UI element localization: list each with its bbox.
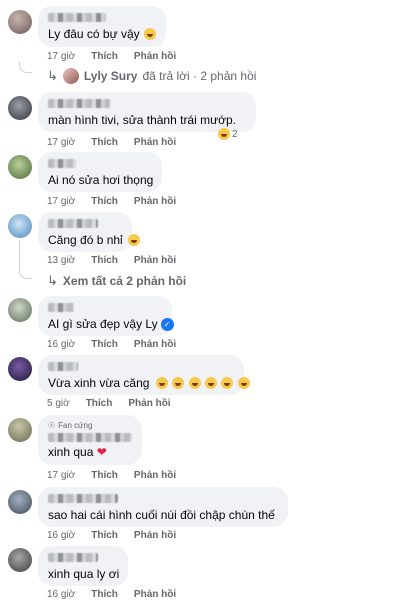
comment-time[interactable]: 17 giờ: [47, 196, 75, 207]
reaction-summary[interactable]: 2: [218, 128, 238, 140]
comment-text: Vừa xinh vừa căng: [48, 376, 250, 391]
comment-actions: 17 giờ Thích Phản hồi: [47, 470, 176, 481]
comment-time[interactable]: 16 giờ: [47, 589, 75, 600]
comment-time[interactable]: 16 giờ: [47, 339, 75, 350]
comment-actions: 17 giờ Thích Phản hồi: [47, 196, 176, 207]
like-button[interactable]: Thích: [91, 255, 118, 266]
thread-connector: [19, 268, 32, 279]
comment-text: xinh qua ❤: [48, 445, 107, 459]
comment-bubble: sao hai cái hình cuối núi đồi chập chùn …: [38, 487, 288, 527]
blurred-author-name: [48, 362, 78, 371]
comment-actions: 13 giờ Thích Phản hồi: [47, 255, 176, 266]
blurred-author-name: [48, 303, 74, 312]
laughing-emoji-icon: [237, 377, 250, 389]
laughing-emoji-icon: [143, 28, 156, 40]
comment-text: Căng đó b nhỉ: [48, 233, 123, 247]
comment-bubble: Căng đó b nhỉ: [38, 212, 132, 252]
comment-text: màn hình tivi, sửa thành trái mướp.: [48, 113, 237, 127]
laughing-emoji-icon: [204, 377, 217, 389]
avatar[interactable]: [8, 548, 32, 572]
like-button[interactable]: Thích: [91, 196, 118, 207]
comment-actions: 16 giờ Thích Phản hồi: [47, 589, 176, 600]
blurred-author-name: [48, 553, 98, 562]
reply-button[interactable]: Phản hồi: [134, 589, 176, 600]
view-all-replies-link[interactable]: ↳ Xem tất cả 2 phản hồi: [47, 273, 186, 289]
reply-button[interactable]: Phản hồi: [134, 196, 176, 207]
avatar[interactable]: [8, 155, 32, 179]
blurred-author-name: [48, 159, 76, 168]
comment-time[interactable]: 13 giờ: [47, 255, 75, 266]
avatar[interactable]: [8, 357, 32, 381]
reply-summary: đã trả lời · 2 phản hồi: [142, 69, 257, 83]
fan-badge-icon: ☉: [48, 421, 56, 430]
replier-name[interactable]: Lyly Sury: [84, 69, 138, 83]
fan-badge: ☉ Fan cứng: [48, 421, 132, 430]
avatar[interactable]: [8, 418, 32, 442]
reply-arrow-icon: ↳: [47, 273, 58, 288]
comment-text: Ai nó sửa hơi thọng: [48, 173, 154, 187]
blurred-author-name: [48, 99, 110, 108]
comment-bubble: AI gì sửa đẹp vậy Ly ✓: [38, 296, 174, 336]
comment-time[interactable]: 5 giờ: [47, 398, 70, 409]
comment-bubble: Vừa xinh vừa căng: [38, 355, 250, 395]
comment-bubble: ☉ Fan cứng xinh qua ❤: [38, 415, 142, 465]
avatar[interactable]: [8, 490, 32, 514]
reaction-count: 2: [232, 128, 238, 140]
avatar[interactable]: [8, 96, 32, 120]
blurred-author-name: [48, 13, 106, 22]
reply-button[interactable]: Phản hồi: [128, 398, 170, 409]
comment-text: xinh qua ly ơi: [48, 567, 120, 581]
blurred-author-name: [48, 219, 98, 228]
haha-reaction-icon: [218, 128, 230, 140]
reply-arrow-icon: ↳: [47, 68, 58, 83]
like-button[interactable]: Thích: [91, 470, 118, 481]
heart-emoji-icon: ❤: [96, 445, 107, 459]
view-replies-text[interactable]: Xem tất cả 2 phản hồi: [63, 274, 186, 288]
comment-text: Ly đâu có bự vậy: [48, 27, 156, 42]
thread-connector: [19, 62, 32, 73]
like-button[interactable]: Thích: [91, 530, 118, 541]
comment-text: AI gì sửa đẹp vậy Ly ✓: [48, 317, 174, 332]
comment-bubble: Ly đâu có bự vậy: [38, 6, 166, 47]
like-button[interactable]: Thích: [91, 51, 118, 62]
comment-text: sao hai cái hình cuối núi đồi chập chùn …: [48, 508, 275, 522]
avatar[interactable]: [8, 10, 32, 34]
comment-time[interactable]: 17 giờ: [47, 470, 75, 481]
blurred-author-name: [48, 494, 118, 503]
comment-time[interactable]: 16 giờ: [47, 530, 75, 541]
like-button[interactable]: Thích: [91, 137, 118, 148]
reply-button[interactable]: Phản hồi: [134, 51, 176, 62]
like-button[interactable]: Thích: [91, 589, 118, 600]
like-button[interactable]: Thích: [91, 339, 118, 350]
comment-actions: 5 giờ Thích Phản hồi: [47, 398, 171, 409]
laughing-emoji-icon: [128, 234, 140, 246]
comment-bubble: xinh qua ly ơi: [38, 546, 128, 586]
avatar[interactable]: [8, 214, 32, 238]
replier-avatar: [62, 68, 79, 84]
reply-button[interactable]: Phản hồi: [134, 255, 176, 266]
like-button[interactable]: Thích: [86, 398, 113, 409]
laughing-emoji-icon: [188, 377, 201, 389]
comment-bubble: Ai nó sửa hơi thọng: [38, 152, 162, 192]
view-replies-link[interactable]: ↳ Lyly Sury đã trả lời · 2 phản hồi: [47, 68, 256, 84]
comment-time[interactable]: 17 giờ: [47, 137, 75, 148]
like-badge-icon: ✓: [160, 318, 174, 332]
reply-button[interactable]: Phản hồi: [134, 530, 176, 541]
comment-actions: 16 giờ Thích Phản hồi: [47, 530, 176, 541]
avatar[interactable]: [8, 298, 32, 322]
reply-button[interactable]: Phản hồi: [134, 137, 176, 148]
laughing-emoji-icon: [221, 377, 234, 389]
fan-badge-label: Fan cứng: [58, 421, 93, 430]
reply-button[interactable]: Phản hồi: [134, 470, 176, 481]
laughing-emoji-icon: [172, 377, 185, 389]
comment-actions: 16 giờ Thích Phản hồi: [47, 339, 176, 350]
comment-actions: 17 giờ Thích Phản hồi: [47, 137, 176, 148]
blurred-author-name: [48, 433, 132, 442]
laughing-emoji-icon: [155, 377, 168, 389]
reply-button[interactable]: Phản hồi: [134, 339, 176, 350]
thread-line: [19, 240, 20, 268]
comment-time[interactable]: 17 giờ: [47, 51, 75, 62]
comment-actions: 17 giờ Thích Phản hồi: [47, 51, 176, 62]
comment-bubble: màn hình tivi, sửa thành trái mướp.: [38, 92, 256, 132]
